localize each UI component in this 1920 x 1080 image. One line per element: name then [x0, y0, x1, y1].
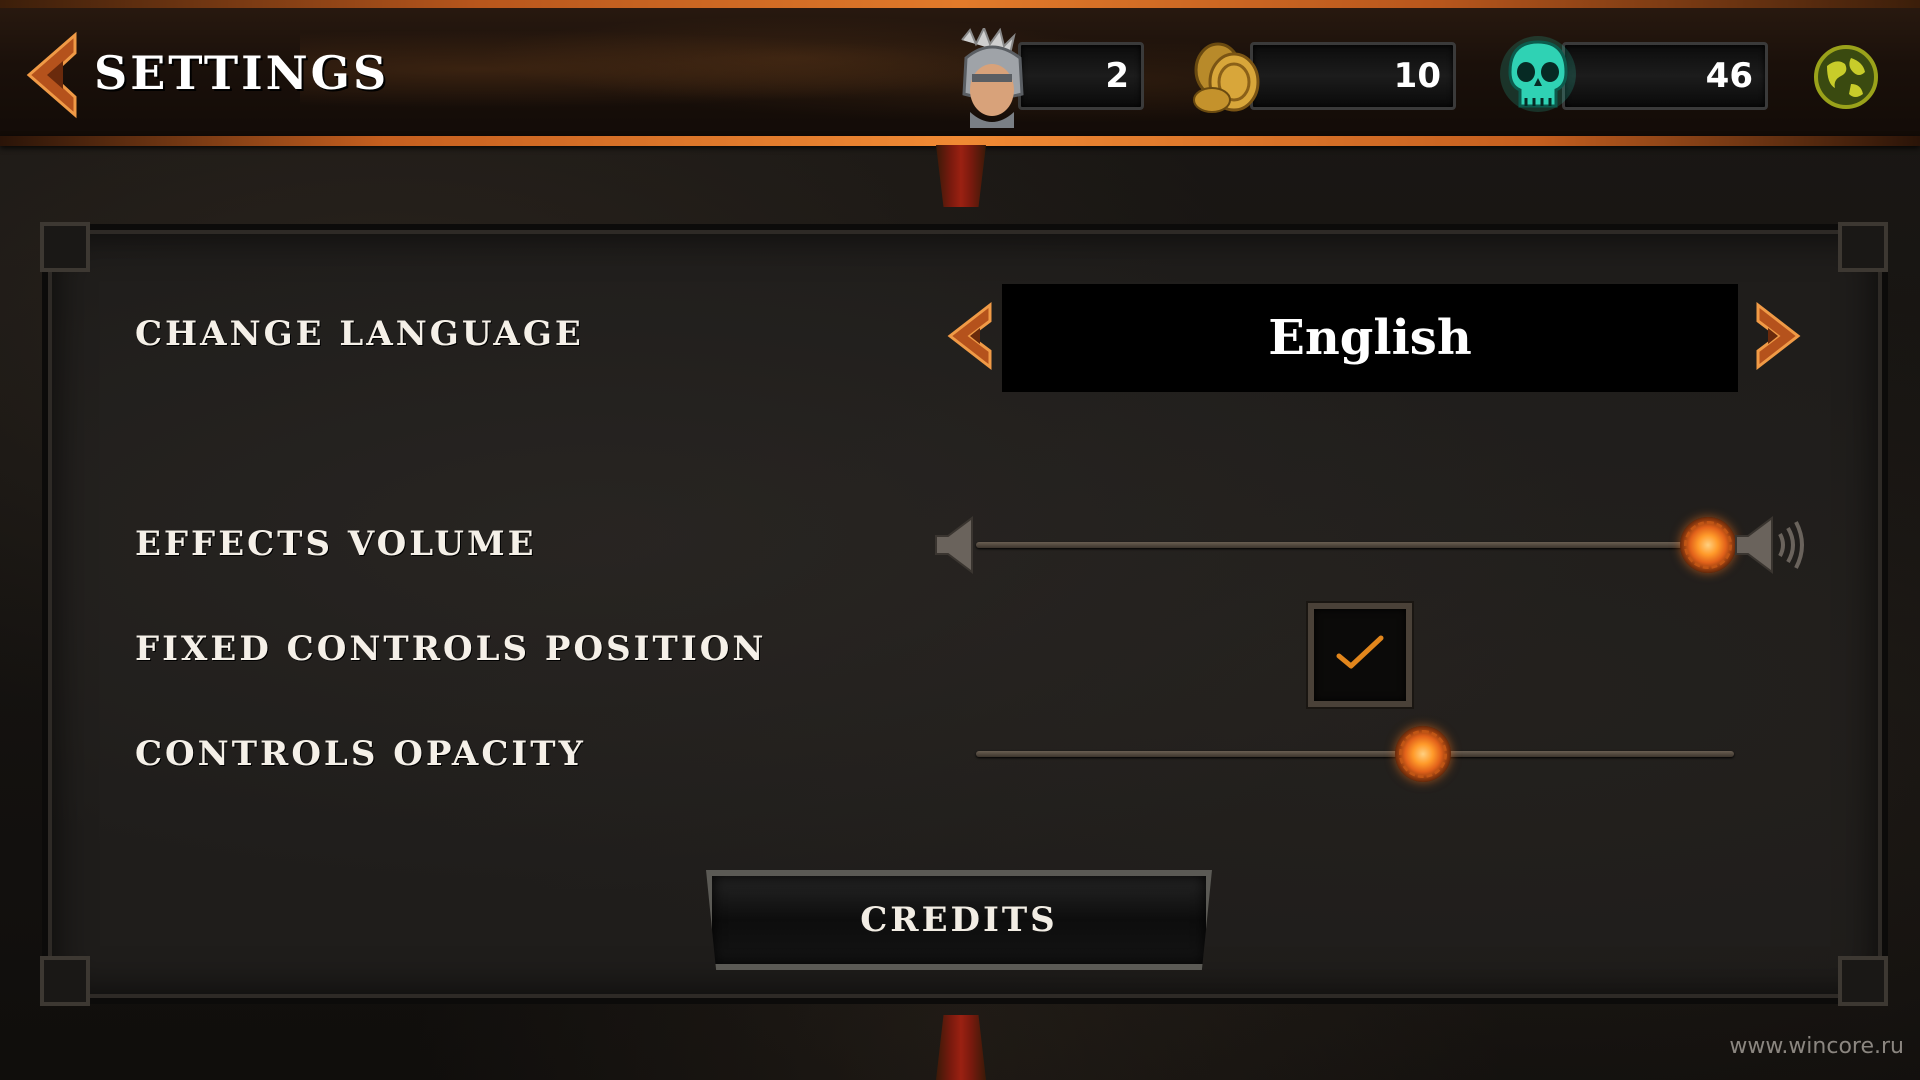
- bottom-tassel: [936, 1015, 986, 1080]
- top-tassel: [936, 145, 986, 207]
- panel-corner-bottom-right: [1838, 956, 1888, 1006]
- change-language-label: CHANGE LANGUAGE: [135, 314, 584, 354]
- arrow-left-icon: [947, 301, 992, 371]
- controls-opacity-knob[interactable]: [1395, 726, 1452, 782]
- souls-counter: 46: [1496, 36, 1772, 112]
- fixed-controls-checkbox[interactable]: [1308, 603, 1412, 707]
- panel-corner-bottom-left: [40, 956, 90, 1006]
- gold-count: 10: [1393, 56, 1441, 96]
- souls-count: 46: [1705, 56, 1753, 96]
- effects-volume-label: EFFECTS VOLUME: [135, 524, 537, 564]
- controls-opacity-track[interactable]: [976, 751, 1734, 757]
- effects-volume-knob[interactable]: [1679, 517, 1736, 573]
- panel-corner-top-left: [40, 222, 90, 272]
- globe-icon[interactable]: [1813, 44, 1879, 110]
- gold-coins-icon: [1193, 42, 1260, 113]
- credits-button-label: CREDITS: [860, 900, 1058, 940]
- controls-opacity-label: CONTROLS OPACITY: [135, 734, 586, 774]
- speaker-mute-icon[interactable]: [934, 516, 976, 574]
- arrow-right-icon: [1756, 301, 1801, 371]
- page-title: SETTINGS: [94, 46, 390, 100]
- top-bar-border: [0, 136, 1920, 146]
- language-next-button[interactable]: [1752, 300, 1804, 372]
- panel-corner-top-right: [1838, 222, 1888, 272]
- heroes-counter: 2: [948, 28, 1144, 128]
- gold-counter: 10: [1186, 36, 1458, 113]
- watermark: www.wincore.ru: [1729, 1034, 1904, 1059]
- fixed-controls-label: FIXED CONTROLS POSITION: [135, 629, 767, 669]
- language-value: English: [1268, 310, 1472, 366]
- language-display: English: [1002, 284, 1738, 392]
- green-skull-icon: [1500, 36, 1576, 112]
- knight-helmet-icon: [961, 28, 1024, 128]
- effects-volume-track[interactable]: [976, 542, 1738, 548]
- checkmark-icon: [1336, 635, 1384, 669]
- heroes-count: 2: [1105, 56, 1129, 96]
- speaker-loud-icon[interactable]: [1734, 514, 1806, 576]
- language-prev-button[interactable]: [944, 300, 996, 372]
- credits-button[interactable]: CREDITS: [706, 870, 1212, 970]
- top-bar: SETTINGS 2 10 46: [0, 0, 1920, 146]
- back-button[interactable]: [22, 30, 82, 120]
- back-arrow-icon: [26, 31, 77, 119]
